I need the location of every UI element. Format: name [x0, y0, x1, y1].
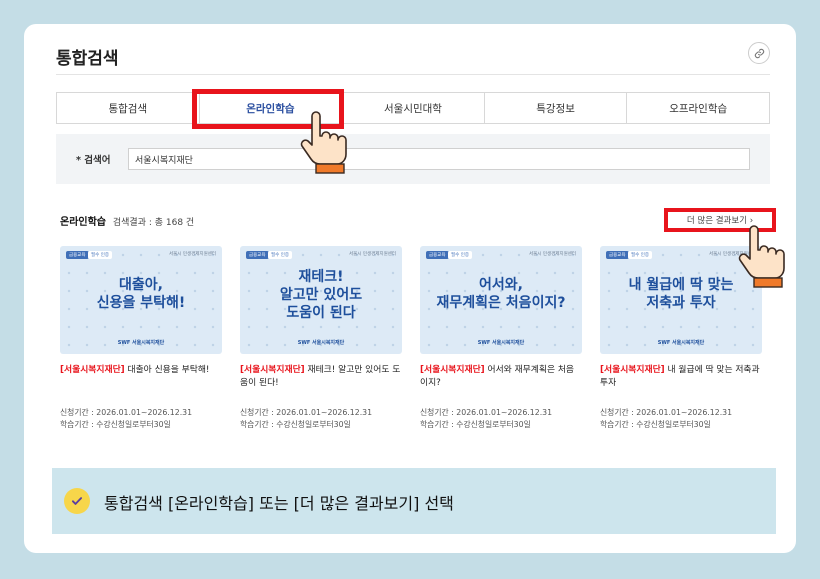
thumb-title: 재테크! 알고만 있어도 도움이 된다 [240, 268, 402, 322]
org-tag: [서울시복지재단] [420, 365, 485, 375]
swf-logo: SWF 서울시복지재단 [657, 340, 705, 346]
thumb-org: 서울시 민생경제지원센터 [169, 252, 216, 257]
results-count: 검색결과 : 총 168 건 [112, 218, 195, 228]
category-badge: 금융교육 [426, 251, 449, 259]
instruction-text: 통합검색 [온라인학습] 또는 [더 많은 결과보기] 선택 [104, 494, 454, 513]
apply-period: 신청기간 : 2026.01.01~2026.12.31 [60, 408, 193, 417]
study-period: 학습기간 : 수강신청일로부터30일 [420, 420, 531, 429]
pointing-hand-icon [300, 111, 347, 174]
category-badge: 금융교육 [606, 251, 629, 259]
tab-citizen-university[interactable]: 서울시민대학 [342, 93, 485, 123]
course-meta: 신청기간 : 2026.01.01~2026.12.31 학습기간 : 수강신청… [240, 407, 402, 431]
apply-period: 신청기간 : 2026.01.01~2026.12.31 [600, 408, 733, 417]
tab-integrated[interactable]: 통합검색 [57, 93, 200, 123]
thumb-title-line: 재테크! [298, 269, 344, 285]
tab-lecture-info[interactable]: 특강정보 [485, 93, 628, 123]
org-tag: [서울시복지재단] [240, 365, 305, 375]
search-input[interactable] [128, 148, 750, 170]
swf-logo: SWF 서울시복지재단 [297, 340, 345, 346]
study-period: 학습기간 : 수강신청일로부터30일 [600, 420, 711, 429]
thumb-org: 서울시 민생경제지원센터 [529, 252, 576, 257]
thumb-title-line: 신용을 부탁해! [96, 295, 186, 311]
certification-badge: 필수 인증 [628, 251, 652, 259]
org-tag: [서울시복지재단] [600, 365, 665, 375]
search-box: * 검색어 [56, 134, 770, 184]
thumb-title-line: 저축과 투자 [646, 295, 716, 311]
category-badge: 금융교육 [246, 251, 269, 259]
check-icon [64, 488, 90, 514]
course-meta: 신청기간 : 2026.01.01~2026.12.31 학습기간 : 수강신청… [60, 407, 222, 431]
thumb-title-line: 어서와, [479, 277, 523, 293]
study-period: 학습기간 : 수강신청일로부터30일 [240, 420, 351, 429]
certification-badge: 필수 인증 [448, 251, 472, 259]
course-title[interactable]: [서울시복지재단] 어서와 재무계획은 처음이지? [420, 364, 582, 392]
apply-period: 신청기간 : 2026.01.01~2026.12.31 [240, 408, 373, 417]
course-title[interactable]: [서울시복지재단] 내 월급에 딱 맞는 저축과 투자 [600, 364, 762, 392]
course-title-text: 대출아 신용을 부탁해! [124, 365, 210, 375]
course-meta: 신청기간 : 2026.01.01~2026.12.31 학습기간 : 수강신청… [600, 407, 762, 431]
page-title: 통합검색 [56, 49, 119, 69]
course-title[interactable]: [서울시복지재단] 재테크! 알고만 있어도 도움이 된다! [240, 364, 402, 392]
thumb-title: 어서와, 재무계획은 처음이지? [420, 276, 582, 312]
course-thumbnail[interactable]: 금융교육 필수 인증 서울시 민생경제지원센터 재테크! 알고만 있어도 도움이… [240, 246, 402, 354]
certification-badge: 필수 인증 [88, 251, 112, 259]
thumb-org: 서울시 민생경제지원센터 [349, 252, 396, 257]
results-list: 금융교육 필수 인증 서울시 민생경제지원센터 대출아, 신용을 부탁해! SW… [60, 246, 770, 436]
instruction-banner: 통합검색 [온라인학습] 또는 [더 많은 결과보기] 선택 [52, 468, 776, 534]
course-card[interactable]: 금융교육 필수 인증 서울시 민생경제지원센터 대출아, 신용을 부탁해! SW… [60, 246, 222, 431]
course-thumbnail[interactable]: 금융교육 필수 인증 서울시 민생경제지원센터 대출아, 신용을 부탁해! SW… [60, 246, 222, 354]
pointing-hand-icon [738, 225, 785, 288]
course-title[interactable]: [서울시복지재단] 대출아 신용을 부탁해! [60, 364, 222, 392]
link-icon [754, 48, 764, 58]
course-thumbnail[interactable]: 금융교육 필수 인증 서울시 민생경제지원센터 어서와, 재무계획은 처음이지?… [420, 246, 582, 354]
thumb-title-line: 도움이 된다 [286, 305, 356, 321]
org-tag: [서울시복지재단] [60, 365, 125, 375]
search-tabs: 통합검색 온라인학습 서울시민대학 특강정보 오프라인학습 [56, 92, 770, 124]
thumb-title: 대출아, 신용을 부탁해! [60, 276, 222, 312]
apply-period: 신청기간 : 2026.01.01~2026.12.31 [420, 408, 553, 417]
tab-offline-learning[interactable]: 오프라인학습 [627, 93, 769, 123]
results-header: 온라인학습 검색결과 : 총 168 건 [60, 213, 194, 228]
course-meta: 신청기간 : 2026.01.01~2026.12.31 학습기간 : 수강신청… [420, 407, 582, 431]
thumb-title-line: 대출아, [119, 277, 163, 293]
certification-badge: 필수 인증 [268, 251, 292, 259]
swf-logo: SWF 서울시복지재단 [477, 340, 525, 346]
results-category: 온라인학습 [60, 217, 106, 228]
search-label: * 검색어 [76, 155, 111, 166]
course-card[interactable]: 금융교육 필수 인증 서울시 민생경제지원센터 재테크! 알고만 있어도 도움이… [240, 246, 402, 431]
thumb-title-line: 재무계획은 처음이지? [436, 295, 566, 311]
course-card[interactable]: 금융교육 필수 인증 서울시 민생경제지원센터 어서와, 재무계획은 처음이지?… [420, 246, 582, 431]
swf-logo: SWF 서울시복지재단 [117, 340, 165, 346]
category-badge: 금융교육 [66, 251, 89, 259]
thumb-title-line: 알고만 있어도 [279, 287, 363, 303]
share-link-button[interactable] [748, 42, 770, 64]
study-period: 학습기간 : 수강신청일로부터30일 [60, 420, 171, 429]
title-divider [56, 74, 770, 75]
